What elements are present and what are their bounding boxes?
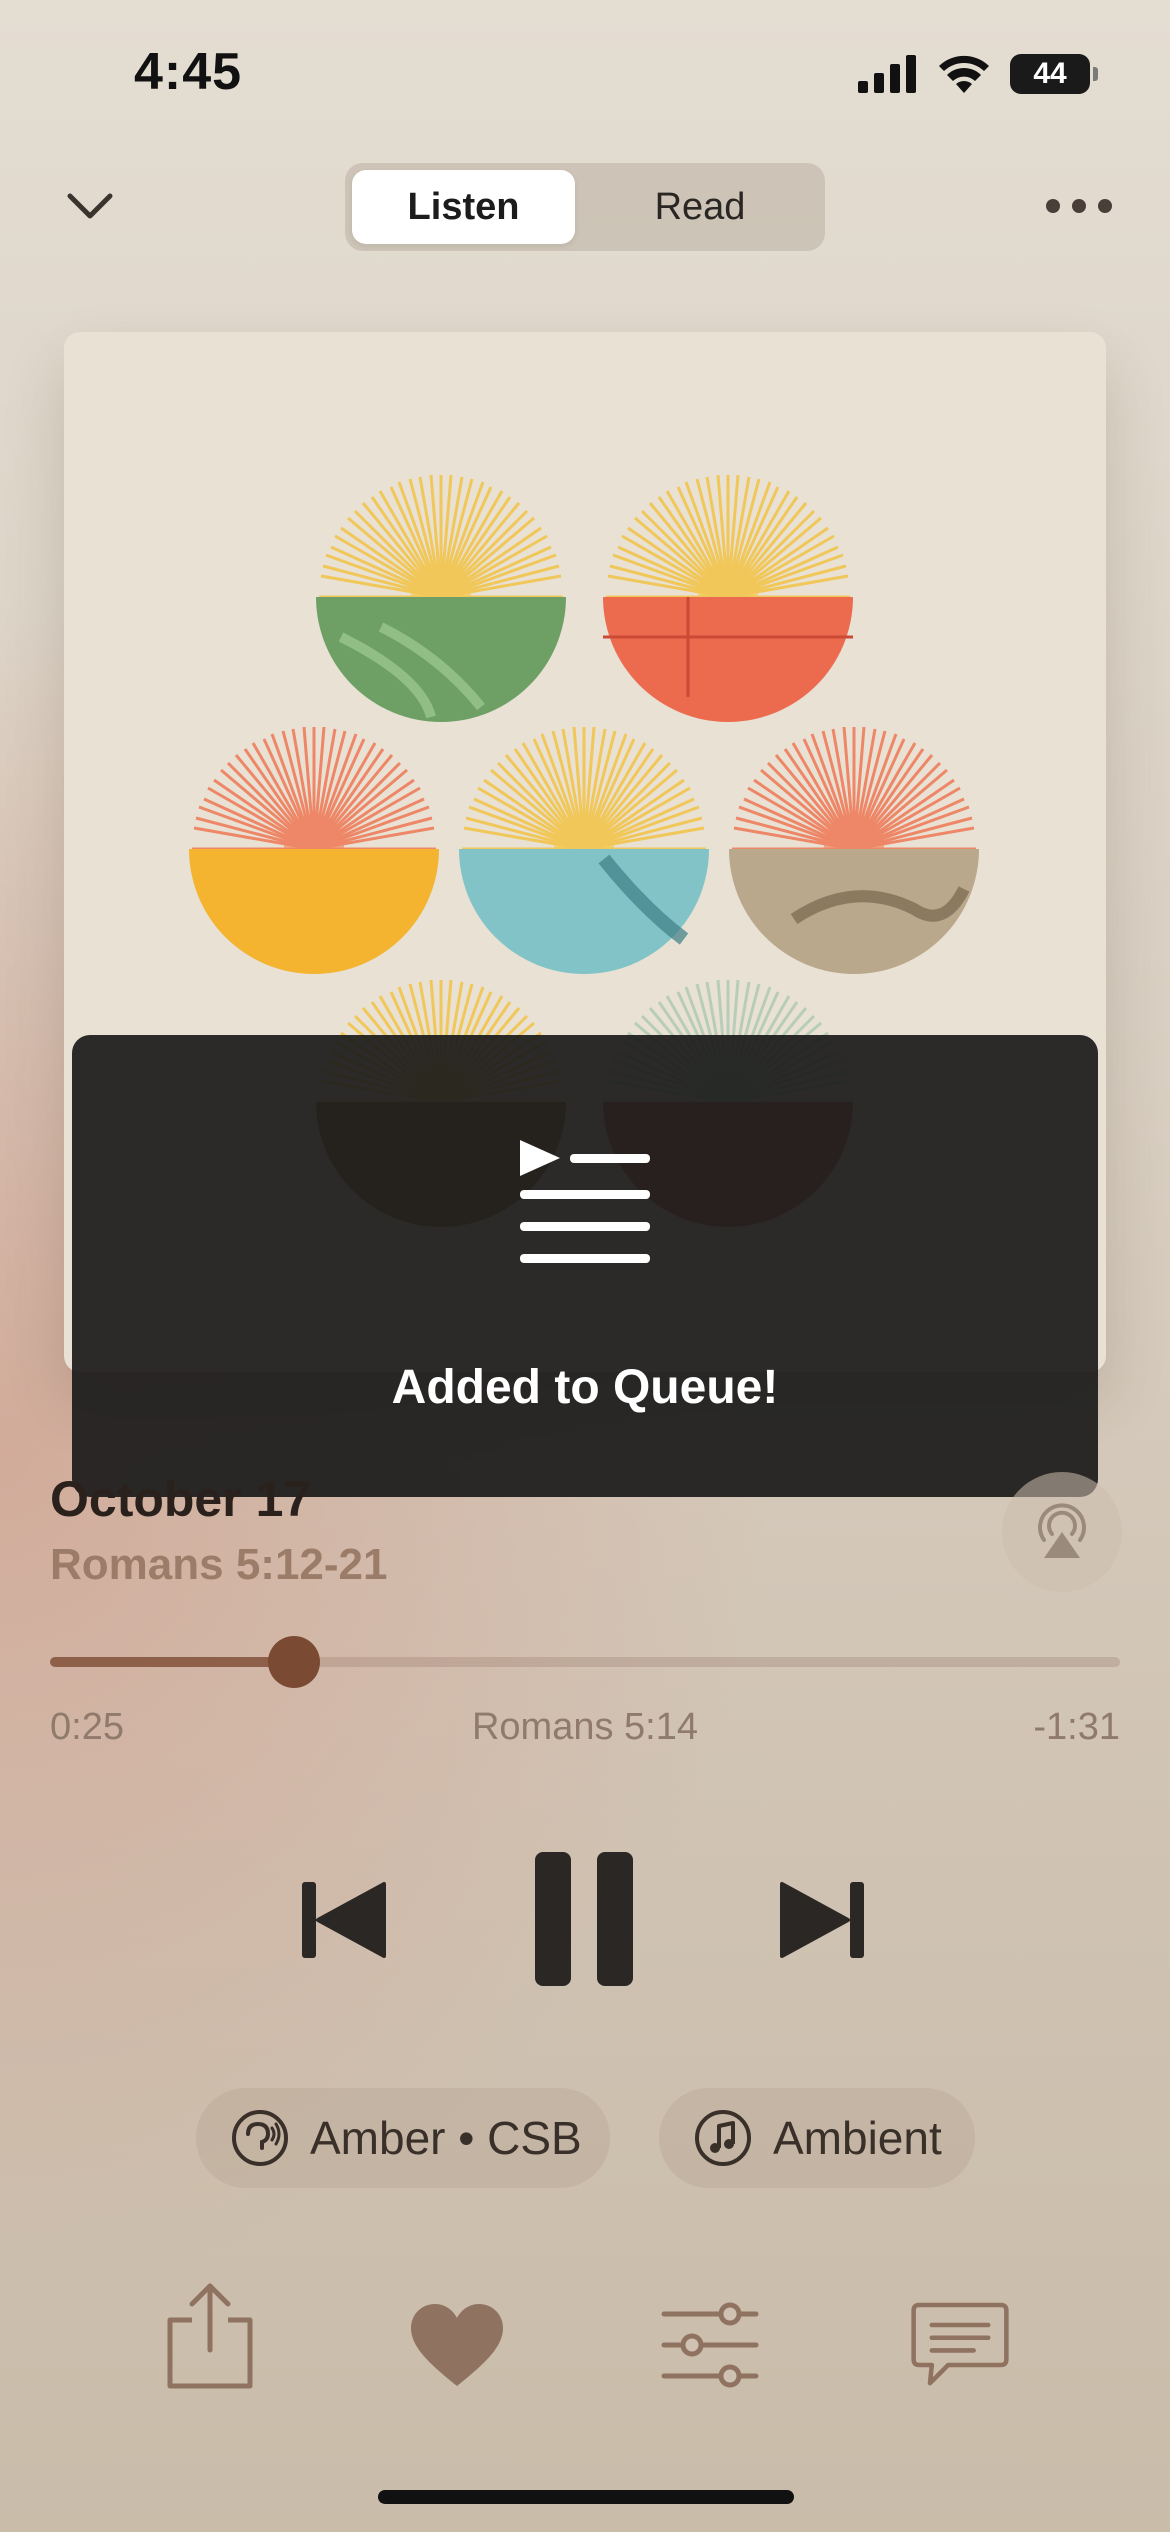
share-icon[interactable] [160, 2280, 260, 2390]
battery-icon: 44 [1010, 54, 1098, 94]
track-title: October 17 [50, 1471, 312, 1527]
chevron-down-icon[interactable] [64, 186, 116, 226]
current-verse: Romans 5:14 [471, 1706, 698, 1748]
heart-icon[interactable] [407, 2290, 507, 2400]
progress-fill [50, 1657, 293, 1667]
sliders-icon[interactable] [660, 2290, 760, 2400]
voice-label: Amber • CSB [310, 2112, 582, 2164]
skip-back-icon[interactable] [300, 1880, 386, 1960]
tab-read[interactable]: Read [580, 170, 820, 244]
status-icons: 44 [858, 54, 1098, 94]
ambient-chip[interactable]: Ambient [659, 2088, 975, 2188]
toast-message: Added to Queue! [391, 1361, 779, 1414]
airplay-icon [1038, 1503, 1086, 1558]
queue-toast [72, 1035, 1098, 1497]
music-note-icon [695, 2110, 751, 2166]
home-indicator [378, 2490, 794, 2504]
progress-thumb[interactable] [268, 1636, 320, 1688]
tab-listen[interactable]: Listen [352, 170, 575, 244]
more-icon[interactable] [1045, 196, 1113, 216]
comment-icon[interactable] [910, 2290, 1010, 2400]
voice-icon [232, 2110, 288, 2166]
wifi-icon [939, 55, 989, 93]
remaining-time: -1:31 [1033, 1706, 1120, 1748]
skip-forward-icon[interactable] [780, 1880, 866, 1960]
ambient-label: Ambient [773, 2112, 942, 2164]
battery-level: 44 [1033, 57, 1067, 90]
pause-icon[interactable] [535, 1852, 633, 1986]
status-time: 4:45 [134, 43, 243, 101]
signal-icon [858, 55, 916, 93]
queue-icon [520, 1140, 650, 1263]
airplay-button[interactable] [1002, 1472, 1122, 1592]
voice-translation-chip[interactable]: Amber • CSB [196, 2088, 610, 2188]
track-passage: Romans 5:12-21 [50, 1540, 388, 1589]
